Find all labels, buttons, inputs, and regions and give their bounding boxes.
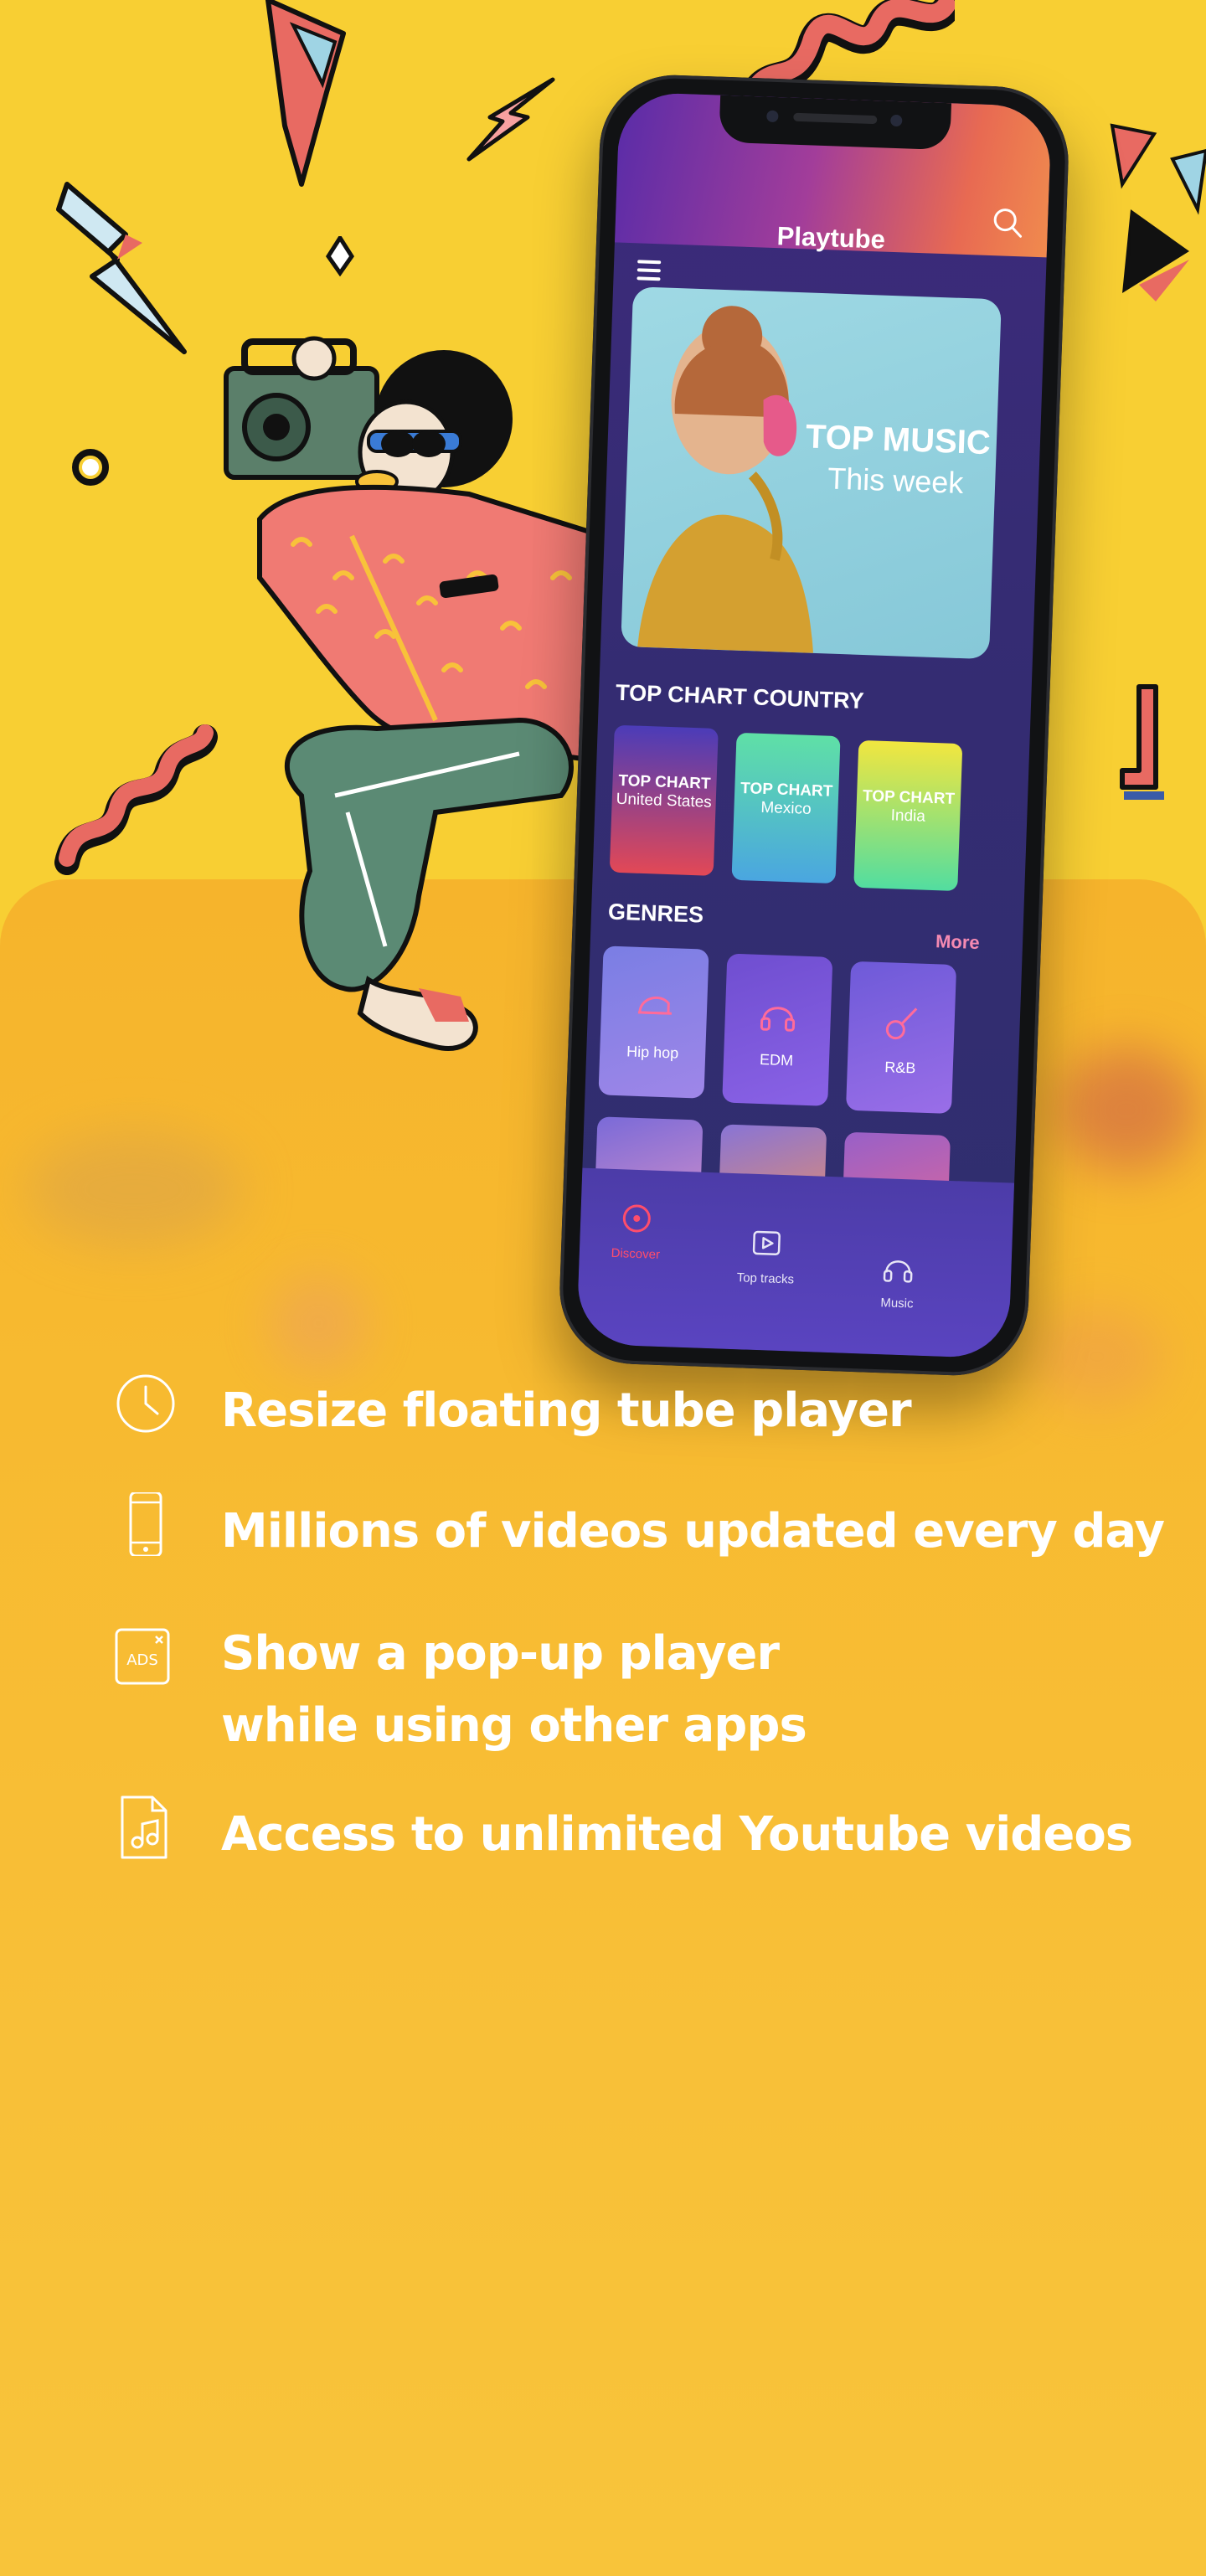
phone-notch (719, 95, 952, 151)
svg-text:ADS: ADS (126, 1651, 158, 1669)
nav-top-tracks[interactable]: Top tracks (719, 1224, 813, 1287)
phone-speaker (793, 112, 878, 125)
hero-title: TOP MUSIC (805, 418, 992, 462)
play-icon (752, 1230, 781, 1256)
clock-icon (116, 1374, 175, 1433)
genre-card-rnb[interactable]: R&B (845, 961, 957, 1115)
feature-text: Resize floating tube player (221, 1383, 912, 1438)
genres-heading: GENRES (607, 899, 704, 928)
camera-icon (766, 110, 779, 123)
chart-card-title: TOP CHART (862, 787, 956, 808)
music-file-icon (121, 1795, 168, 1859)
hamburger-menu-icon[interactable] (636, 260, 662, 281)
hero-banner[interactable]: TOP MUSIC This week (621, 286, 1002, 660)
ring-doodle (72, 449, 109, 486)
top-chart-heading: TOP CHART COUNTRY (615, 679, 865, 714)
genres-more-link[interactable]: More (935, 930, 980, 954)
genre-card-edm[interactable]: EDM (722, 953, 833, 1106)
diamond-doodle (325, 236, 355, 276)
kite-doodle (265, 0, 346, 187)
character-illustration (224, 336, 603, 1051)
lightning-doodle-small (466, 77, 555, 162)
headphones-icon (760, 1007, 796, 1032)
sensor-icon (890, 114, 903, 127)
blurred-shape (1055, 1047, 1198, 1172)
feature-text-line: while using other apps (221, 1698, 807, 1753)
app-screen: Playtube TOP MUSIC This week TOP CHART C… (576, 91, 1052, 1359)
phone-icon (129, 1492, 162, 1556)
feature-text-line: Show a pop-up player (221, 1626, 780, 1681)
headphones-icon (883, 1260, 913, 1283)
feature-text: Access to unlimited Youtube videos (221, 1807, 1133, 1862)
genre-label: R&B (884, 1059, 916, 1077)
nav-label: Music (880, 1296, 914, 1311)
nav-music[interactable]: Music (851, 1249, 945, 1312)
top-chart-card-mexico[interactable]: TOP CHART Mexico (731, 732, 841, 884)
top-chart-card-india[interactable]: TOP CHART India (853, 739, 963, 892)
genre-label: EDM (759, 1050, 794, 1069)
chart-card-country: United States (616, 790, 713, 811)
bottom-navigation: Discover Top tracks Music (576, 1167, 1015, 1359)
genre-label: Hip hop (626, 1043, 679, 1062)
nav-label: Discover (611, 1245, 661, 1262)
hero-girl-image (637, 306, 814, 653)
chart-card-country: India (890, 806, 926, 826)
nav-label: Top tracks (736, 1270, 795, 1287)
genre-card-hip-hop[interactable]: Hip hop (598, 945, 709, 1099)
chart-card-country: Mexico (760, 798, 812, 818)
disc-icon (622, 1204, 651, 1233)
nav-discover[interactable]: Discover (590, 1200, 683, 1263)
top-chart-card-us[interactable]: TOP CHART United States (609, 724, 719, 876)
phone-mockup: Playtube TOP MUSIC This week TOP CHART C… (557, 72, 1071, 1378)
triangle-doodle (1110, 123, 1206, 301)
chart-card-title: TOP CHART (740, 779, 833, 801)
ads-icon: ADS (115, 1628, 170, 1685)
blurred-shape (25, 1131, 243, 1248)
boomerang-doodle (1120, 684, 1164, 800)
hero-subtitle: This week (827, 461, 964, 501)
search-icon[interactable] (990, 205, 1024, 240)
guitar-icon (885, 1007, 918, 1040)
feature-text: Millions of videos updated every day (221, 1504, 1165, 1558)
blurred-shape (268, 1273, 368, 1373)
feature-text: Show a pop-up player while using other a… (221, 1618, 1206, 1762)
cap-icon (637, 996, 672, 1015)
